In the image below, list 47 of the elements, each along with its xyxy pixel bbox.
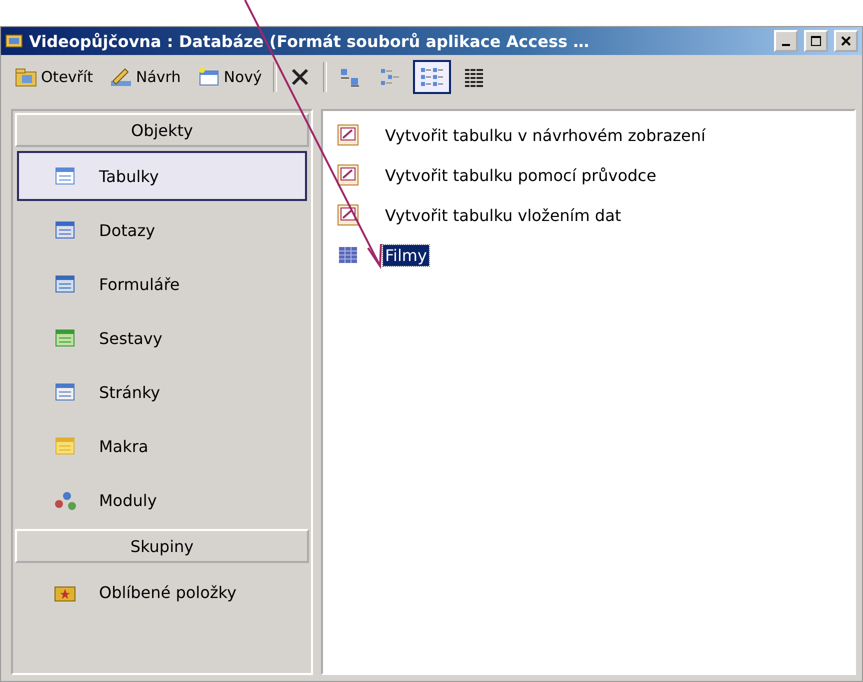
object-item[interactable]: Vytvořit tabulku vložením dat bbox=[383, 204, 624, 226]
maximize-icon bbox=[810, 35, 822, 47]
close-icon bbox=[840, 35, 852, 47]
maximize-button[interactable] bbox=[804, 30, 828, 52]
query-icon bbox=[53, 219, 77, 241]
minimize-button[interactable] bbox=[774, 30, 798, 52]
pencil-ruler-icon bbox=[109, 66, 134, 88]
object-item[interactable]: Vytvořit tabulku v návrhovém zobrazení bbox=[383, 124, 708, 146]
item-label: Stránky bbox=[99, 382, 160, 402]
object-item[interactable]: Vytvořit tabulku pomocí průvodce bbox=[383, 164, 658, 186]
module-icon bbox=[53, 489, 77, 511]
objects-bar-item[interactable]: Moduly bbox=[17, 475, 307, 525]
macro-icon bbox=[53, 435, 77, 457]
window-title: Videopůjčovna : Databáze (Formát souborů aplikace Access … bbox=[29, 32, 590, 50]
objects-bar-item[interactable]: Formuláře bbox=[17, 259, 307, 309]
objects-bar-item[interactable]: Stránky bbox=[17, 367, 307, 417]
group-header[interactable]: Skupiny bbox=[15, 529, 309, 563]
new-table-icon bbox=[196, 66, 221, 88]
table-icon bbox=[53, 165, 77, 187]
report-icon bbox=[53, 327, 77, 349]
wizard-icon bbox=[335, 162, 361, 188]
item-label: Makra bbox=[99, 436, 148, 456]
close-button[interactable] bbox=[834, 30, 858, 52]
objects-bar-item[interactable]: Dotazy bbox=[17, 205, 307, 255]
folder-icon bbox=[14, 66, 38, 88]
objects-bar-item[interactable]: Oblíbené položky bbox=[17, 567, 307, 617]
objects-bar-item[interactable]: Makra bbox=[17, 421, 307, 471]
database-icon bbox=[5, 33, 23, 49]
form-icon bbox=[53, 273, 77, 295]
wizard-icon bbox=[335, 202, 361, 228]
minimize-icon bbox=[782, 44, 790, 46]
item-label: Sestavy bbox=[99, 328, 162, 348]
item-label: Dotazy bbox=[99, 220, 156, 240]
item-label: Formuláře bbox=[99, 274, 180, 294]
object-item[interactable]: Filmy bbox=[383, 244, 429, 266]
objects-bar-item[interactable]: Tabulky bbox=[17, 151, 307, 201]
wizard-icon bbox=[335, 122, 361, 148]
item-label: Oblíbené položky bbox=[99, 582, 236, 602]
group-header[interactable]: Objekty bbox=[15, 113, 309, 147]
toolbar-button[interactable]: Nový bbox=[192, 62, 267, 92]
page-icon bbox=[53, 381, 77, 403]
toolbar-button[interactable]: Otevřít bbox=[9, 62, 98, 92]
toolbar-button[interactable]: Návrh bbox=[104, 62, 186, 92]
view-button[interactable] bbox=[412, 60, 451, 94]
item-label: Moduly bbox=[99, 490, 157, 510]
objects-bar-item[interactable]: Sestavy bbox=[17, 313, 307, 363]
item-label: Tabulky bbox=[99, 166, 159, 186]
